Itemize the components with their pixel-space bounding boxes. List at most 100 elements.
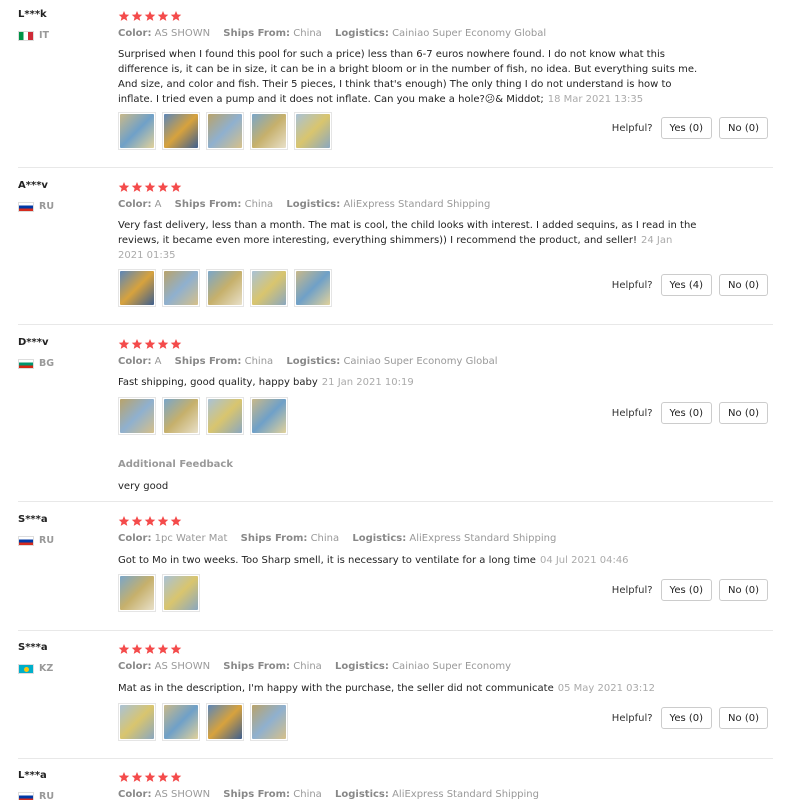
- helpful-no-button[interactable]: No (0): [719, 402, 768, 424]
- review-photo-thumbnail[interactable]: [118, 703, 156, 741]
- review-meta: Color: AS SHOWN Ships From: China Logist…: [118, 28, 547, 39]
- star-icon: [144, 644, 156, 654]
- country-code: KZ: [39, 663, 54, 674]
- country-code: RU: [39, 201, 55, 212]
- helpful-controls: Helpful? Yes (0) No (0): [612, 707, 768, 729]
- helpful-no-button[interactable]: No (0): [719, 579, 768, 601]
- review-photo-thumbnail[interactable]: [206, 397, 244, 435]
- review-photo-thumbnail[interactable]: [118, 112, 156, 150]
- review-photo-thumbnail[interactable]: [294, 269, 332, 307]
- review-photo-thumbnail[interactable]: [162, 112, 200, 150]
- helpful-yes-button[interactable]: Yes (0): [660, 579, 713, 601]
- russia-flag-icon: [18, 535, 34, 546]
- kazakhstan-flag-icon: [18, 663, 34, 674]
- reviewer-country: RU: [18, 535, 54, 546]
- helpful-yes-button[interactable]: Yes (0): [660, 117, 713, 139]
- star-icon: [144, 516, 156, 526]
- helpful-controls: Helpful? Yes (0) No (0): [612, 402, 768, 424]
- review-photo-thumbnail[interactable]: [206, 112, 244, 150]
- additional-feedback-text: very good: [118, 481, 169, 492]
- country-code: RU: [39, 535, 55, 546]
- reviewer-name: A***v: [18, 180, 48, 191]
- review-photo-thumbnail[interactable]: [250, 269, 288, 307]
- star-icon: [144, 11, 156, 21]
- review-photo-thumbnail[interactable]: [294, 112, 332, 150]
- star-rating: [118, 181, 182, 193]
- star-icon: [157, 11, 169, 21]
- review-text: Surprised when I found this pool for suc…: [118, 49, 698, 105]
- italy-flag-icon: [18, 30, 34, 41]
- review-meta: Color: 1pc Water Mat Ships From: China L…: [118, 533, 557, 544]
- star-icon: [118, 339, 130, 349]
- review-text: Fast shipping, good quality, happy baby 2…: [118, 377, 414, 388]
- review-photo-thumbnail[interactable]: [118, 574, 156, 612]
- helpful-label: Helpful?: [611, 584, 653, 596]
- reviewer-name: L***k: [18, 9, 47, 20]
- star-icon: [131, 644, 143, 654]
- review-photo-thumbnail[interactable]: [250, 703, 288, 741]
- review-photo-thumbnail[interactable]: [162, 574, 200, 612]
- star-icon: [170, 339, 182, 349]
- star-icon: [118, 644, 130, 654]
- review-photos: [118, 112, 332, 150]
- star-icon: [118, 182, 130, 192]
- helpful-yes-button[interactable]: Yes (4): [660, 274, 713, 296]
- helpful-yes-button[interactable]: Yes (0): [660, 402, 713, 424]
- star-icon: [131, 11, 143, 21]
- reviewer-country: BG: [18, 358, 54, 369]
- review-photo-thumbnail[interactable]: [162, 269, 200, 307]
- star-icon: [157, 772, 169, 782]
- star-icon: [131, 516, 143, 526]
- star-rating: [118, 771, 182, 783]
- star-icon: [170, 772, 182, 782]
- review-meta: Color: A Ships From: China Logistics: Ca…: [118, 356, 498, 367]
- review-meta: Color: AS SHOWN Ships From: China Logist…: [118, 661, 512, 672]
- helpful-label: Helpful?: [611, 712, 653, 724]
- country-code: RU: [39, 791, 55, 800]
- helpful-controls: Helpful? Yes (0) No (0): [612, 117, 768, 139]
- review-date: 18 Mar 2021 13:35: [547, 94, 644, 105]
- star-icon: [144, 772, 156, 782]
- reviewer-name: S***a: [18, 642, 48, 653]
- star-icon: [118, 11, 130, 21]
- review-photo-thumbnail[interactable]: [250, 397, 288, 435]
- review-photo-thumbnail[interactable]: [250, 112, 288, 150]
- review-text: Got to Mo in two weeks. Too Sharp smell,…: [118, 555, 629, 566]
- star-rating: [118, 338, 182, 350]
- reviewer-country: RU: [18, 201, 54, 212]
- helpful-yes-button[interactable]: Yes (0): [660, 707, 713, 729]
- additional-feedback-label: Additional Feedback: [118, 459, 233, 470]
- reviewer-name: D***v: [18, 337, 49, 348]
- review-photos: [118, 703, 288, 741]
- review-photo-thumbnail[interactable]: [162, 397, 200, 435]
- reviewer-name: L***a: [18, 770, 47, 781]
- star-icon: [144, 182, 156, 192]
- review-divider: [18, 630, 773, 631]
- helpful-no-button[interactable]: No (0): [719, 274, 768, 296]
- star-rating: [118, 643, 182, 655]
- review-photo-thumbnail[interactable]: [162, 703, 200, 741]
- review-photo-thumbnail[interactable]: [206, 269, 244, 307]
- star-icon: [118, 516, 130, 526]
- star-rating: [118, 515, 182, 527]
- review-meta: Color: A Ships From: China Logistics: Al…: [118, 199, 491, 210]
- helpful-no-button[interactable]: No (0): [719, 117, 768, 139]
- star-icon: [131, 772, 143, 782]
- review-divider: [18, 167, 773, 168]
- reviewer-country: KZ: [18, 663, 53, 674]
- review-photos: [118, 574, 200, 612]
- star-icon: [170, 644, 182, 654]
- star-icon: [157, 644, 169, 654]
- review-text: Mat as in the description, I'm happy wit…: [118, 683, 655, 694]
- review-photo-thumbnail[interactable]: [118, 397, 156, 435]
- star-icon: [170, 11, 182, 21]
- helpful-no-button[interactable]: No (0): [719, 707, 768, 729]
- review-photo-thumbnail[interactable]: [206, 703, 244, 741]
- review-photo-thumbnail[interactable]: [118, 269, 156, 307]
- star-icon: [131, 182, 143, 192]
- review-date: 21 Jan 2021 10:19: [321, 377, 414, 388]
- star-icon: [157, 339, 169, 349]
- country-code: IT: [39, 30, 50, 41]
- bulgaria-flag-icon: [18, 358, 34, 369]
- reviewer-name: S***a: [18, 514, 48, 525]
